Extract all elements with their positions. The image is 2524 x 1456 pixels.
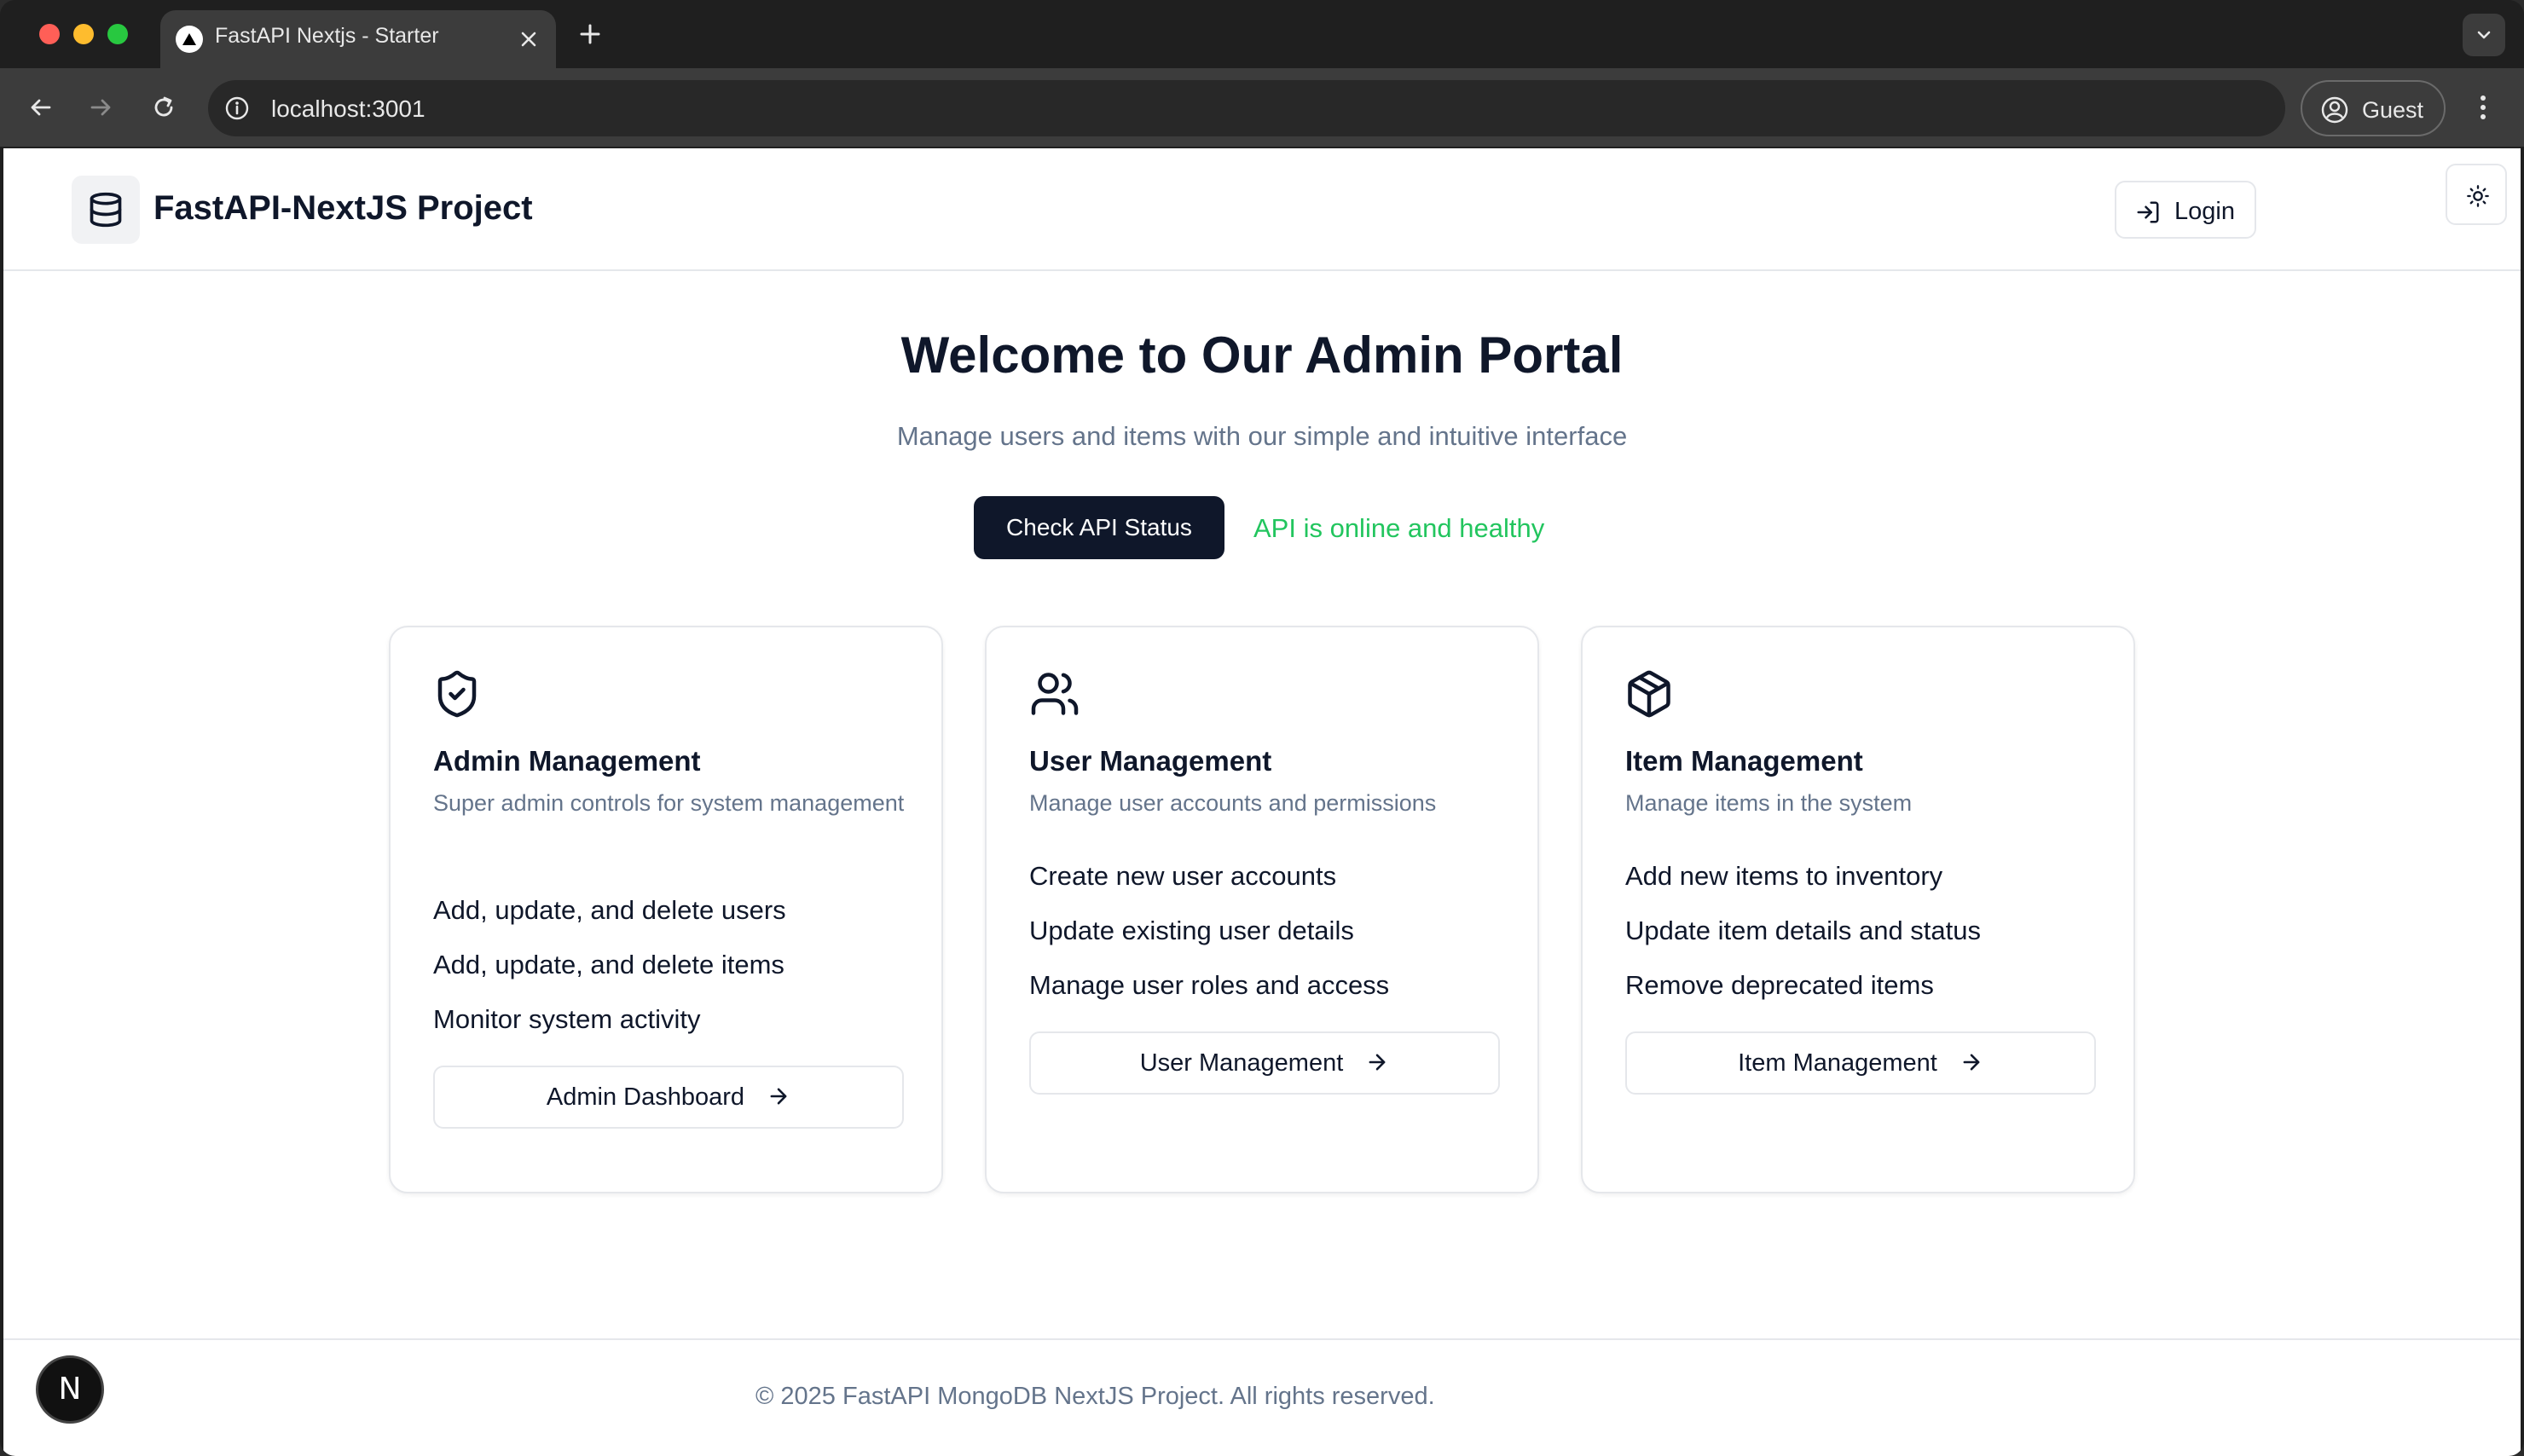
page-viewport: FastAPI-NextJS Project Login Welcome to … [3,148,2521,1456]
feature-item: Update existing user details [1029,916,1354,945]
login-label: Login [2174,198,2235,225]
item-management-button[interactable]: Item Management [1625,1031,2096,1095]
back-arrow-icon[interactable] [20,87,61,128]
url-text: localhost:3001 [271,95,425,122]
tab-search-chevron-icon[interactable] [2463,14,2505,56]
button-label: Admin Dashboard [546,1083,745,1111]
feature-item: Monitor system activity [433,1004,701,1034]
user-management-card: User Management Manage user accounts and… [985,626,1539,1193]
minimize-window-button[interactable] [73,24,94,44]
account-circle-icon [2319,95,2350,130]
feature-item: Create new user accounts [1029,861,1337,891]
card-description: Manage user accounts and permissions [1029,790,1437,816]
hero-title: Welcome to Our Admin Portal [900,326,1624,384]
feature-item: Add new items to inventory [1625,861,1943,891]
package-icon [1624,668,1675,724]
reload-icon[interactable] [143,87,184,128]
site-info-icon[interactable] [222,93,252,124]
profile-button[interactable]: Guest [2301,80,2446,136]
browser-window: FastAPI Nextjs - Starter localhost:3001 [0,0,2524,1456]
feature-item: Add, update, and delete items [433,950,784,979]
nextjs-dev-badge[interactable]: N [36,1355,104,1424]
profile-label: Guest [2362,97,2424,123]
forward-arrow-icon[interactable] [80,87,121,128]
address-bar[interactable]: localhost:3001 [208,80,2285,136]
footer-copyright: © 2025 FastAPI MongoDB NextJS Project. A… [755,1383,1435,1410]
feature-list: Add new items to inventory Update item d… [1625,859,1981,1023]
theme-toggle-button[interactable] [2446,164,2507,225]
browser-toolbar: localhost:3001 Guest [0,68,2524,147]
vercel-triangle-icon [176,26,203,53]
card-title: Item Management [1625,745,1863,777]
arrow-right-icon [1369,1054,1386,1071]
feature-list: Add, update, and delete users Add, updat… [433,893,786,1057]
tab-strip: FastAPI Nextjs - Starter [0,0,2524,68]
browser-menu-icon[interactable] [2468,87,2498,128]
check-api-status-button[interactable]: Check API Status [974,496,1224,559]
button-label: Item Management [1738,1049,1937,1077]
database-icon [72,176,140,244]
card-description: Super admin controls for system manageme… [433,790,905,816]
card-title: User Management [1029,745,1272,777]
card-description: Manage items in the system [1625,790,1913,816]
arrow-right-icon [1963,1054,1980,1071]
feature-item: Manage user roles and access [1029,970,1390,1000]
arrow-right-icon [770,1088,787,1105]
card-title: Admin Management [433,745,701,777]
new-tab-icon[interactable] [575,19,605,49]
feature-item: Update item details and status [1625,916,1982,945]
sun-icon [2467,185,2489,207]
user-management-button[interactable]: User Management [1029,1031,1500,1095]
item-management-card: Item Management Manage items in the syst… [1581,626,2135,1193]
app-title[interactable]: FastAPI-NextJS Project [153,189,533,228]
footer: © 2025 FastAPI MongoDB NextJS Project. A… [3,1338,2521,1456]
tab-title: FastAPI Nextjs - Starter [215,24,439,48]
login-button[interactable]: Login [2115,181,2256,239]
login-icon [2137,201,2159,223]
feature-item: Add, update, and delete users [433,895,786,925]
feature-item: Remove deprecated items [1625,970,1934,1000]
maximize-window-button[interactable] [107,24,128,44]
browser-tab-active[interactable]: FastAPI Nextjs - Starter [160,10,556,68]
users-icon [1028,668,1082,724]
app-header: FastAPI-NextJS Project Login [3,148,2521,271]
close-window-button[interactable] [39,24,60,44]
shield-check-icon [431,668,483,724]
api-status-text: API is online and healthy [1253,513,1545,543]
button-label: User Management [1139,1049,1344,1077]
feature-list: Create new user accounts Update existing… [1029,859,1389,1023]
admin-dashboard-button[interactable]: Admin Dashboard [433,1066,904,1129]
admin-management-card: Admin Management Super admin controls fo… [389,626,943,1193]
hero-subtitle: Manage users and items with our simple a… [896,421,1628,451]
tab-close-icon[interactable] [515,26,542,53]
